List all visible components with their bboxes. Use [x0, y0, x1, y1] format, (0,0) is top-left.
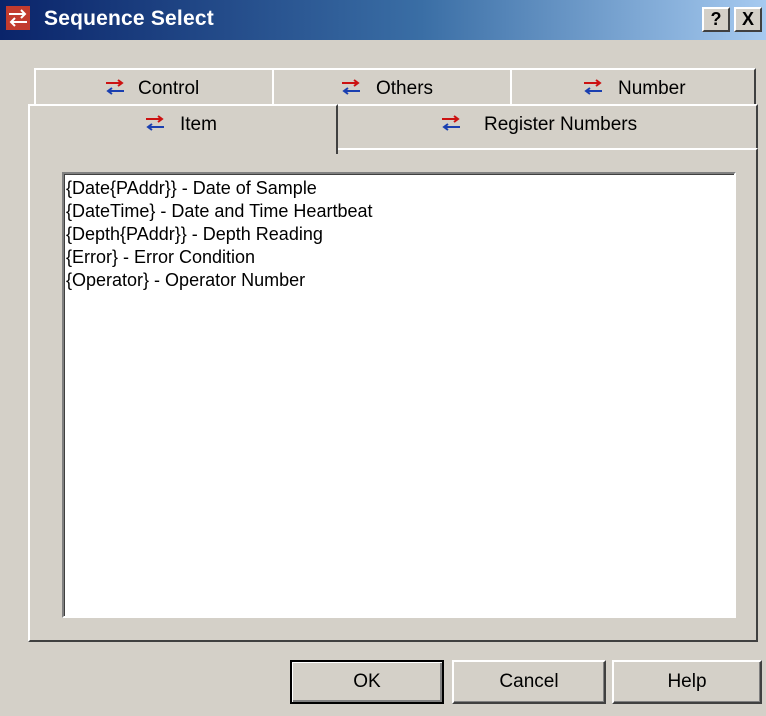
tab-panel: {Date{PAddr}} - Date of Sample {DateTime…: [28, 148, 758, 642]
list-item[interactable]: {Date{PAddr}} - Date of Sample: [66, 177, 734, 200]
tab-number[interactable]: Number: [510, 68, 756, 106]
tab-control[interactable]: Control: [34, 68, 278, 106]
sequence-arrows-icon: [106, 79, 124, 95]
sequence-listbox[interactable]: {Date{PAddr}} - Date of Sample {DateTime…: [62, 172, 736, 618]
tab-others[interactable]: Others: [272, 68, 514, 106]
sequence-arrows-icon: [584, 79, 602, 95]
list-item[interactable]: {DateTime} - Date and Time Heartbeat: [66, 200, 734, 223]
sequence-arrows-icon: [6, 6, 30, 30]
tab-label: Item: [180, 114, 217, 135]
window-title: Sequence Select: [44, 7, 214, 30]
close-button[interactable]: X: [734, 7, 762, 32]
tab-label: Others: [376, 78, 434, 99]
help-button[interactable]: Help: [612, 660, 762, 704]
tab-register-numbers[interactable]: Register Numbers: [334, 104, 758, 148]
list-item[interactable]: {Operator} - Operator Number: [66, 269, 734, 292]
ok-button[interactable]: OK: [290, 660, 444, 704]
cancel-button[interactable]: Cancel: [452, 660, 606, 704]
help-title-button[interactable]: ?: [702, 7, 730, 32]
sequence-arrows-icon: [442, 115, 460, 131]
tab-item[interactable]: Item: [28, 104, 338, 154]
sequence-arrows-icon: [342, 79, 360, 95]
tab-label: Number: [618, 78, 686, 99]
list-item[interactable]: {Error} - Error Condition: [66, 246, 734, 269]
list-item[interactable]: {Depth{PAddr}} - Depth Reading: [66, 223, 734, 246]
title-bar[interactable]: Sequence Select ? X: [0, 0, 766, 40]
sequence-arrows-icon: [146, 115, 164, 131]
tab-label: Control: [138, 78, 200, 99]
tab-label: Register Numbers: [484, 114, 638, 135]
